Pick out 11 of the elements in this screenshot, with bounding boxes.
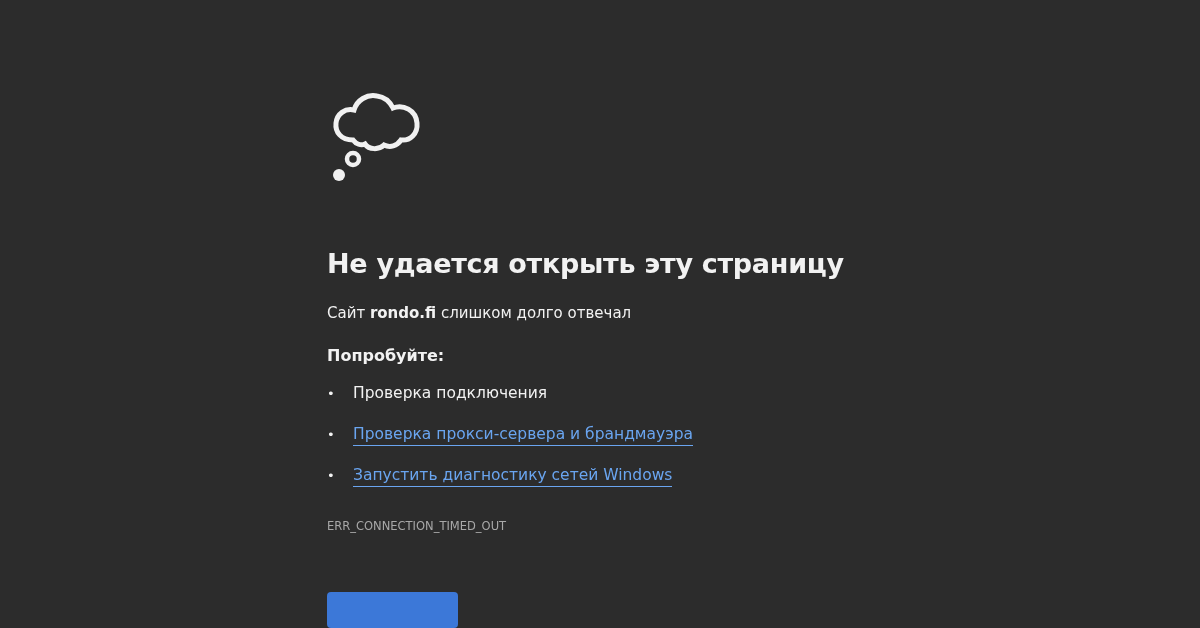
action-button[interactable] (327, 592, 458, 628)
bullet-mark: • (327, 426, 336, 444)
suggestion-link[interactable]: Запустить диагностику сетей Windows (353, 464, 673, 487)
suggestions-title: Попробуйте: (327, 345, 445, 367)
bullet-mark: • (327, 385, 336, 403)
suggestion-text: Проверка подключения (353, 383, 548, 404)
bullet-mark: • (327, 467, 336, 485)
suggestion-link[interactable]: Проверка прокси-сервера и брандмауэра (353, 423, 694, 446)
error-message: Сайт rondo.fi слишком долго отвечал (327, 303, 632, 324)
error-code: ERR_CONNECTION_TIMED_OUT (327, 518, 507, 534)
error-heading: Не удается открыть эту страницу (327, 247, 844, 281)
